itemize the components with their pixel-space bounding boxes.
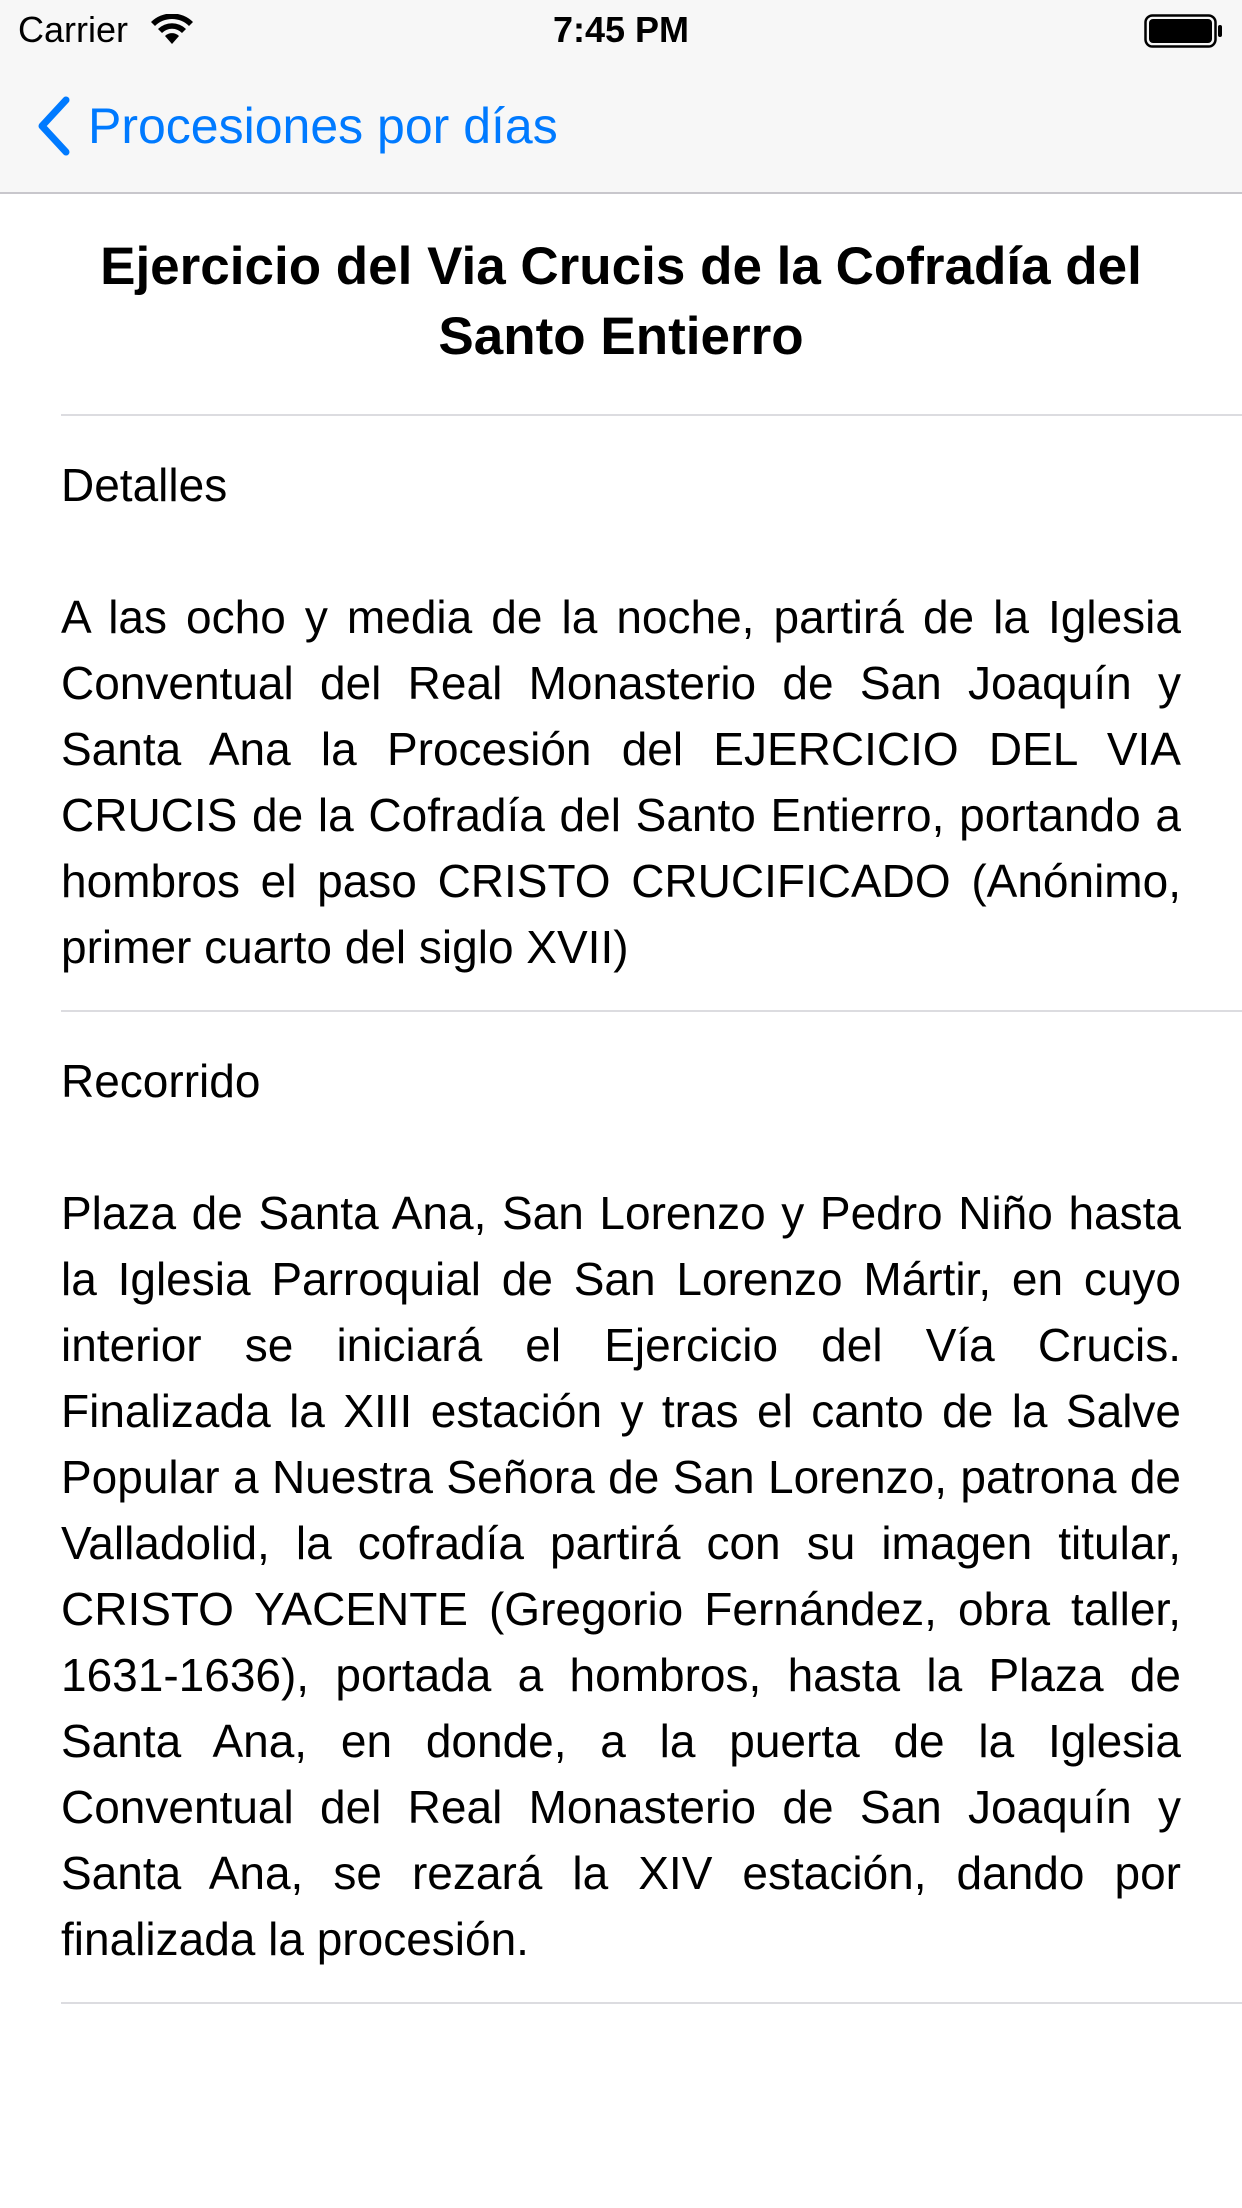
- back-button-label: Procesiones por días: [88, 98, 558, 154]
- section-heading: Detalles: [61, 459, 228, 511]
- page-title: Ejercicio del Via Crucis de la Cofradía …: [100, 237, 1142, 366]
- status-time: 7:45 PM: [552, 9, 690, 50]
- back-button[interactable]: Procesiones por días: [34, 90, 558, 162]
- battery-icon: [1144, 14, 1222, 48]
- section-heading: Recorrido: [61, 1055, 261, 1107]
- divider: [61, 1010, 1242, 1012]
- status-bar: Carrier 7:45 PM: [0, 0, 1242, 60]
- divider: [61, 414, 1242, 416]
- detail-content: Ejercicio del Via Crucis de la Cofradía …: [0, 194, 1242, 2004]
- section-route: Recorrido Plaza de Santa Ana, San Lorenz…: [0, 1048, 1242, 1972]
- chevron-left-icon: [38, 96, 70, 156]
- divider: [61, 2002, 1242, 2004]
- section-details: Detalles A las ocho y media de la noche,…: [0, 452, 1242, 980]
- navigation-bar: Procesiones por días: [0, 60, 1242, 194]
- section-body: Plaza de Santa Ana, San Lorenzo y Pedro …: [61, 1187, 1181, 1965]
- section-body: A las ocho y media de la noche, partirá …: [61, 591, 1181, 973]
